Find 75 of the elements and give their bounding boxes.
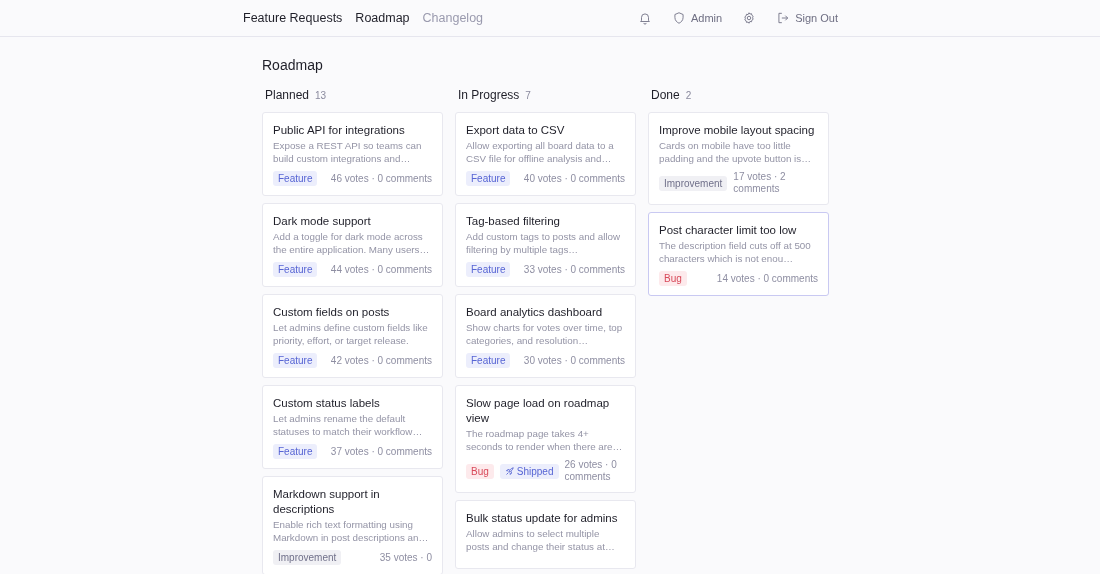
card-description: Let admins define custom fields like priority, effort, or target release. [273,322,429,347]
column-title: Planned [265,88,310,102]
card-title: Public API for integrations [273,123,406,138]
category-tag: Feature [466,262,511,277]
request-card[interactable]: Export data to CSV Allow exporting all board data to a CSV file for offline analysis and… Feature 40 votes · 0 comments [455,112,636,196]
card-description: Allow admins to select multiple posts and change their status at… [466,528,616,553]
category-tag: Bug [466,463,494,479]
shield-icon [672,11,686,25]
card-title: Export data to CSV [466,123,566,138]
vote-count: 30 votes · 0 comments [523,354,625,367]
category-tag: Improvement [273,550,342,565]
category-tag: Feature [273,353,318,368]
card-title: Dark mode support [273,214,372,229]
card-title: Custom status labels [273,396,381,411]
card-title: Board analytics dashboard [466,305,604,320]
bell-icon[interactable] [638,11,652,25]
nav-link[interactable]: Roadmap [355,11,410,25]
category-tag: Feature [466,353,511,368]
card-description: Add a toggle for dark mode across the entire application. Many users… [273,231,431,256]
status-tag: Shipped [499,463,559,479]
request-card[interactable]: Tag-based filtering Add custom tags to posts and allow filtering by multiple tags… Feature 33 votes · 0 comments [455,203,636,287]
request-card[interactable]: Custom fields on posts Let admins define custom fields like priority, effort, or target release. Feature 42 votes · 0 comments [262,294,443,378]
card-title: Custom fields on posts [273,305,391,320]
column-count: 2 [685,90,692,101]
vote-count: 44 votes · 0 comments [330,263,432,276]
page-title: Roadmap [262,57,324,73]
card-title: Slow page load on roadmap view [466,396,611,426]
admin-link[interactable]: Admin [672,11,723,25]
request-card[interactable]: Dark mode support Add a toggle for dark mode across the entire application. Many users… Feature 44 votes · 0 comments [262,203,443,287]
request-card[interactable]: Custom status labels Let admins rename the default statuses to match their workflow… Feature 37 votes · 0 comments [262,385,443,469]
vote-count: 40 votes · 0 comments [523,172,625,185]
request-card[interactable]: Improve mobile layout spacing Cards on mobile have too little padding and the upvote button is… Improvement 17 votes · 2 comments [648,112,829,205]
category-tag: Feature [273,262,318,277]
card-description: Add custom tags to posts and allow filtering by multiple tags… [466,231,622,256]
column-count: 7 [525,90,531,101]
card-description: Expose a REST API so teams can build custom integrations and… [273,140,423,165]
category-tag: Feature [466,171,511,186]
card-description: Enable rich text formatting using Markdown in post descriptions an… [273,519,430,544]
request-card[interactable]: Public API for integrations Expose a REST API so teams can build custom integrations and… Feature 46 votes · 0 comments [262,112,443,196]
vote-count: 17 votes · 2 comments [733,171,787,195]
vote-count: 37 votes · 0 comments [330,445,432,458]
column-title: Done [651,88,680,102]
request-card[interactable]: Markdown support in descriptions Enable rich text formatting using Markdown in post descriptions an… Improvement 35 votes · 0 [262,476,443,574]
card-title: Post character limit too low [659,223,798,238]
request-card[interactable]: Bulk status update for admins Allow admins to select multiple posts and change their status at… [455,500,636,569]
card-description: Cards on mobile have too little padding and the upvote button is… [659,140,812,165]
card-title: Markdown support in descriptions [273,487,381,517]
vote-count: 42 votes · 0 comments [330,354,432,367]
request-card[interactable]: Board analytics dashboard Show charts for votes over time, top categories, and resolution… Feature 30 votes · 0 comments [455,294,636,378]
vote-count: 33 votes · 0 comments [523,263,625,276]
card-title: Improve mobile layout spacing [659,123,816,138]
card-title: Bulk status update for admins [466,511,619,526]
category-tag: Feature [273,444,318,459]
category-tag: Feature [273,171,318,186]
settings-icon[interactable] [742,11,757,25]
vote-count: 14 votes · 0 comments [716,272,818,285]
sign-out-button[interactable]: Sign Out [776,11,838,25]
rocket-icon [504,466,514,476]
card-description: Show charts for votes over time, top categories, and resolution… [466,322,624,347]
card-description: The roadmap page takes 4+ seconds to render when there are… [466,428,624,453]
vote-count: 35 votes · 0 [379,551,432,564]
column-count: 13 [315,90,327,101]
column-title: In Progress [458,88,520,102]
card-description: Let admins rename the default statuses to match their workflow… [273,413,424,438]
card-title: Tag-based filtering [466,214,561,229]
card-description: Allow exporting all board data to a CSV file for offline analysis and… [466,140,615,165]
vote-count: 26 votes · 0 comments [564,459,618,483]
app-title[interactable]: Feature Requests [243,11,343,25]
card-description: The description field cuts off at 500 characters which is not enou… [659,240,812,265]
vote-count: 46 votes · 0 comments [330,172,432,185]
category-tag: Improvement [659,175,728,191]
request-card[interactable]: Slow page load on roadmap view The roadmap page takes 4+ seconds to render when there are… Bug Shipped 26 votes · 0 comments [455,385,636,493]
sign-out-icon [776,11,791,25]
category-tag: Bug [659,271,687,286]
request-card[interactable]: Post character limit too low The description field cuts off at 500 characters which is not enou… Bug 14 votes · 0 comments [648,212,829,296]
